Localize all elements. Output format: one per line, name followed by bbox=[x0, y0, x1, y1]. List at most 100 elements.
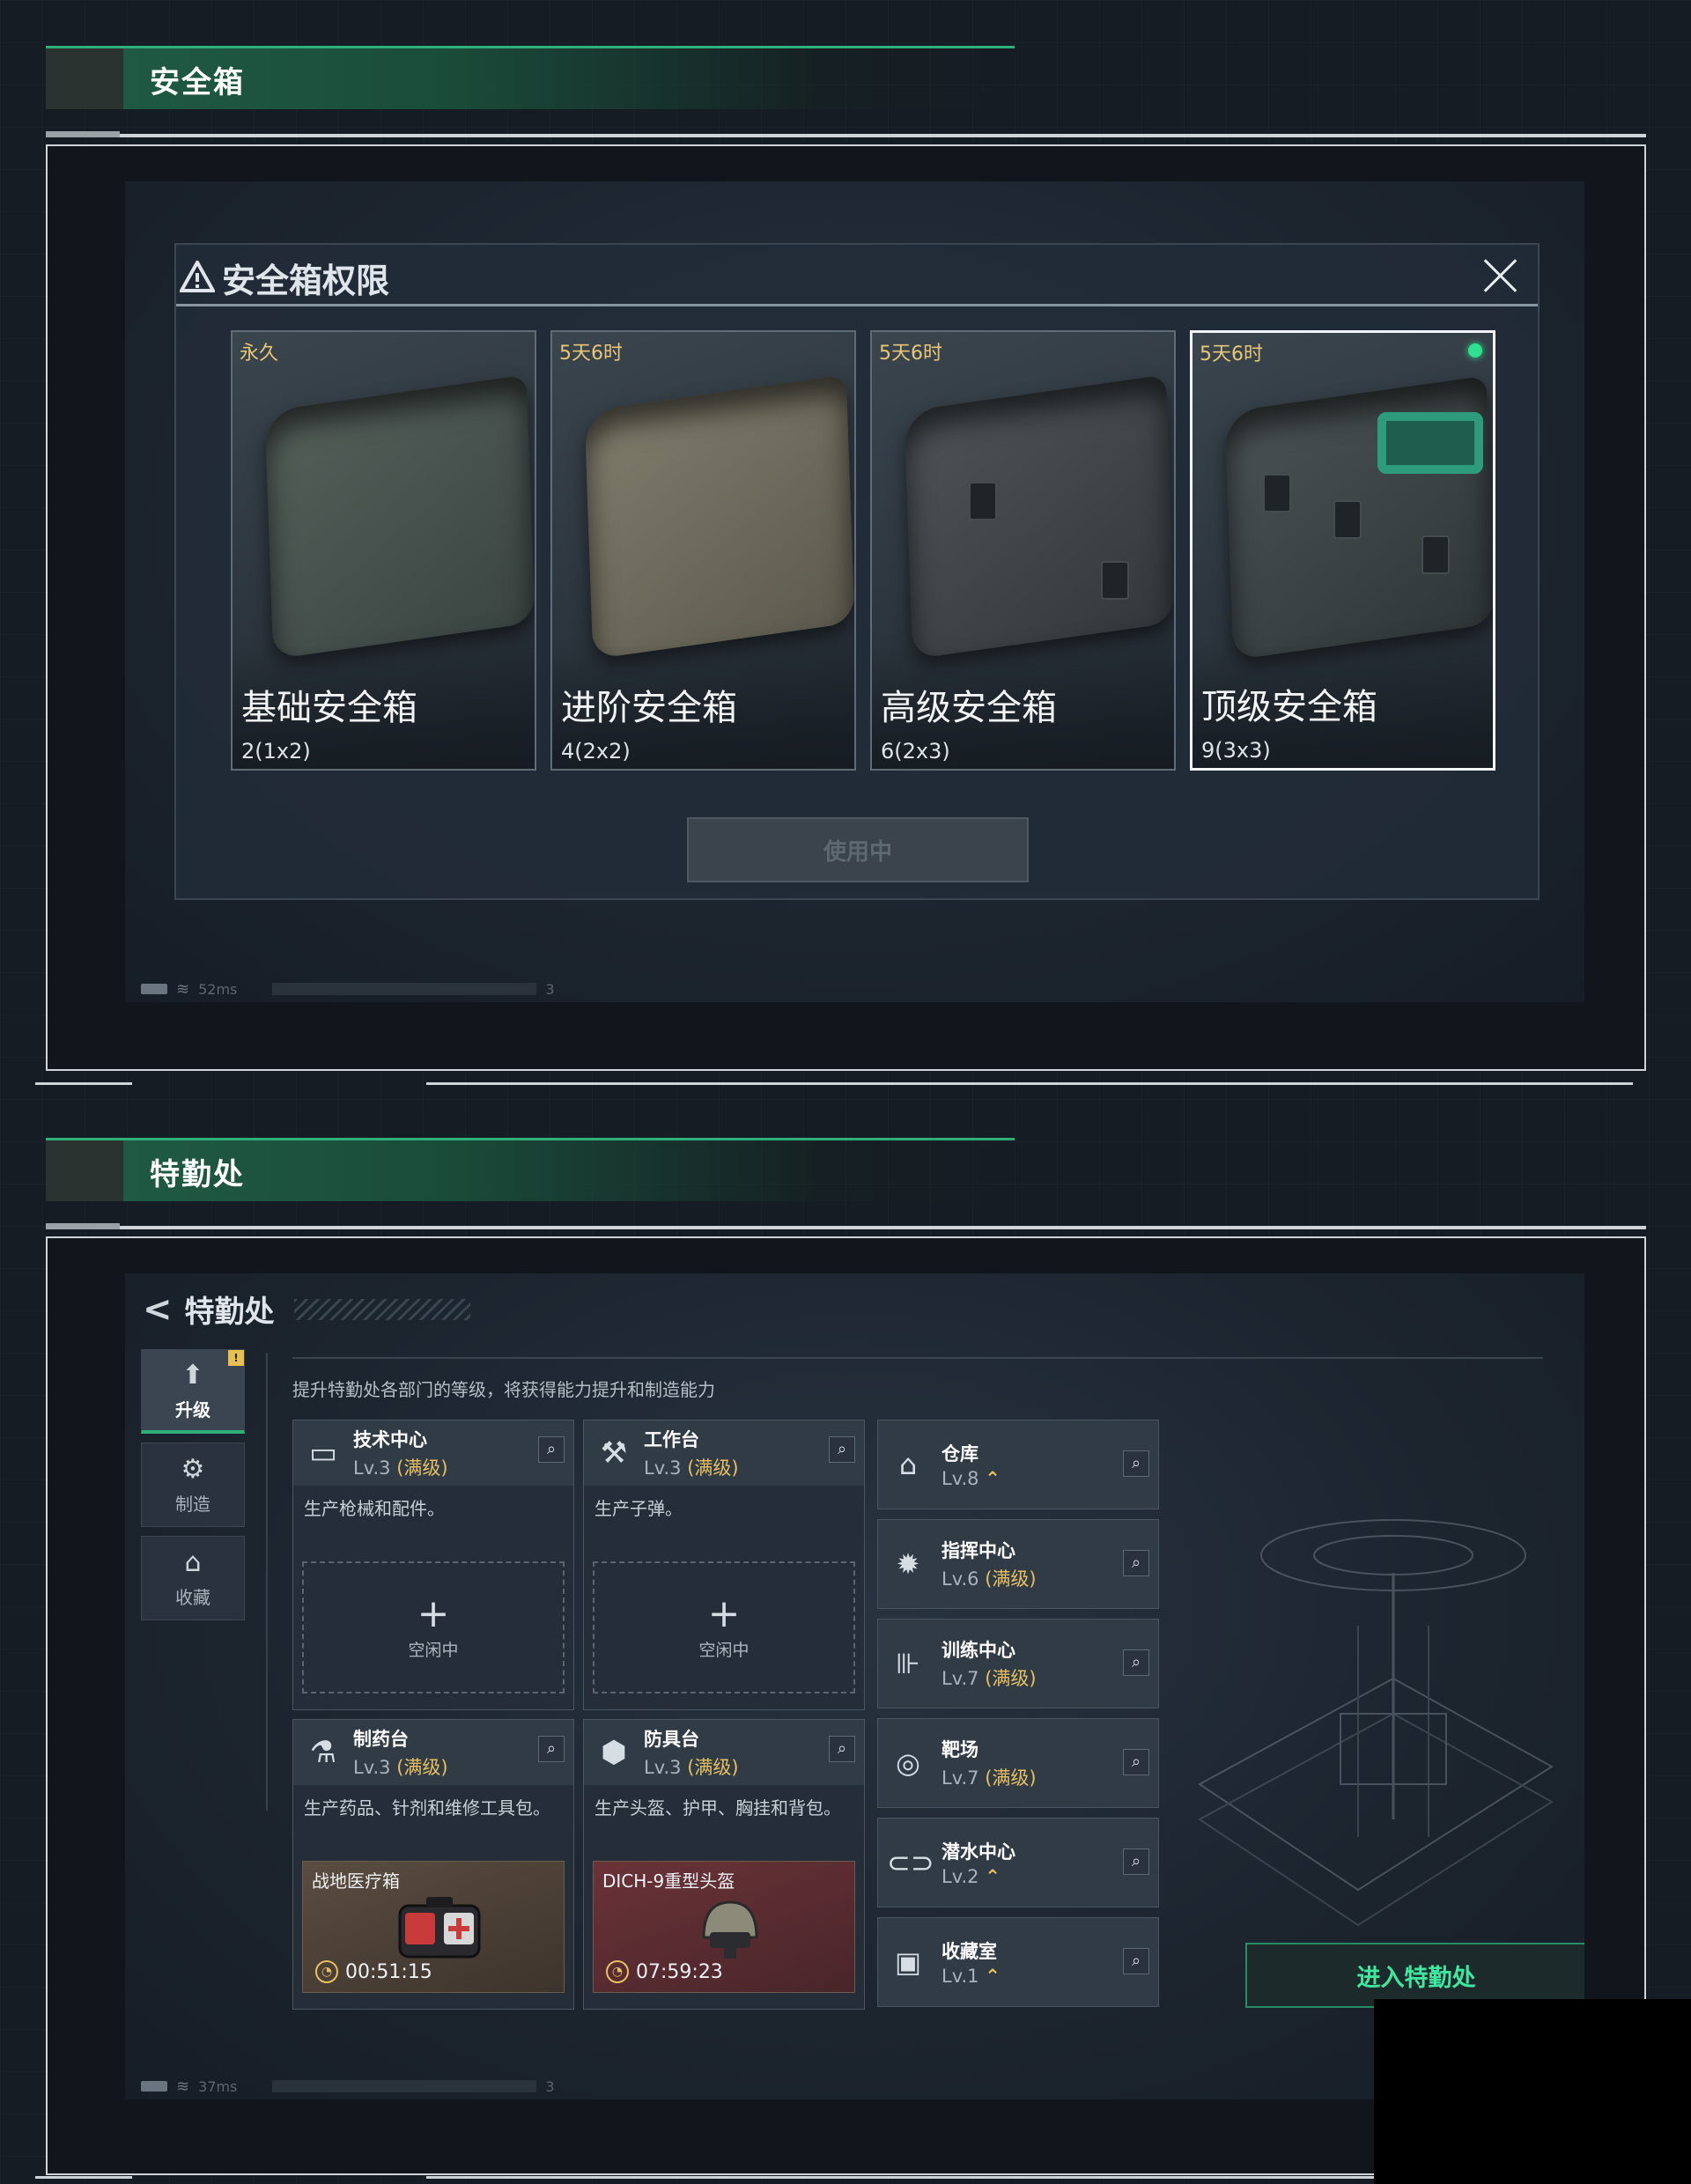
header-stub bbox=[46, 48, 123, 109]
search-icon[interactable]: ⌕ bbox=[1123, 1749, 1149, 1775]
production-slot[interactable]: DICH-9重型头盔 ◔ 07:59:23 bbox=[593, 1861, 855, 1993]
workshop-armor-bench[interactable]: ⬢ 防具台 Lv.3 (满级) ⌕ 生产头盔、护甲、胸挂和背包。 DICH-9重… bbox=[583, 1719, 865, 2010]
facility-level: Lv.6 (满级) bbox=[941, 1565, 1037, 1591]
workshop-name-block: 制药台 Lv.3 (满级) bbox=[353, 1725, 448, 1780]
facility-collection-room[interactable]: ▣ 收藏室 Lv.1 ⌃ ⌕ bbox=[877, 1917, 1159, 2007]
battery-icon bbox=[141, 2081, 167, 2092]
back-arrow-icon[interactable]: < bbox=[143, 1289, 173, 1330]
idle-text: 空闲中 bbox=[698, 1640, 750, 1660]
workshop-level: Lv.3 (满级) bbox=[353, 1454, 448, 1480]
workshop-name-block: 防具台 Lv.3 (满级) bbox=[644, 1725, 739, 1780]
status-bar: ≋ 52ms 3 bbox=[141, 978, 555, 1000]
status-bar: ≋ 37ms 3 bbox=[141, 2075, 555, 2098]
microscope-icon: ⚗ bbox=[309, 1735, 337, 1770]
enter-ops-button[interactable]: 进入特勤处 bbox=[1245, 1943, 1584, 2008]
ops-screen: < 特勤处 ! ⬆ 升级 ⚙ 制造 ⌂ 收藏 提升特勤处各部门的等级，将获得能力… bbox=[125, 1273, 1584, 2099]
max-level-tag: (满级) bbox=[396, 1757, 448, 1778]
ops-description: 提升特勤处各部门的等级，将获得能力提升和制造能力 bbox=[292, 1379, 715, 1400]
search-icon[interactable]: ⌕ bbox=[1123, 1550, 1149, 1576]
search-icon[interactable]: ⌕ bbox=[538, 1436, 565, 1463]
facility-level: Lv.8 ⌃ bbox=[941, 1468, 1001, 1489]
level-text: Lv.3 bbox=[353, 1757, 391, 1778]
divider bbox=[292, 1357, 1543, 1359]
facility-name: 靶场 bbox=[941, 1739, 978, 1760]
monitor-icon: ▭ bbox=[308, 1435, 338, 1471]
workshop-workbench[interactable]: ⚒ 工作台 Lv.3 (满级) ⌕ 生产子弹。 + 空闲中 bbox=[583, 1420, 865, 1710]
header-rule-accent bbox=[46, 131, 120, 137]
search-icon[interactable]: ⌕ bbox=[1123, 1848, 1149, 1875]
facility-shooting-range[interactable]: ◎ 靶场 Lv.7 (满级) ⌕ bbox=[877, 1718, 1159, 1808]
workshop-pharmacy[interactable]: ⚗ 制药台 Lv.3 (满级) ⌕ 生产药品、针剂和维修工具包。 战地医疗箱 ◔… bbox=[292, 1719, 574, 2010]
safebox-card-senior[interactable]: 5天6时 高级安全箱 6(2x3) bbox=[870, 330, 1176, 771]
section-header-ops: 特勤处 bbox=[46, 1138, 1646, 1235]
facility-diving-center[interactable]: ⊂⊃ 潜水中心 Lv.2 ⌃ ⌕ bbox=[877, 1818, 1159, 1907]
card-capacity: 9(3x3) bbox=[1201, 738, 1271, 763]
card-capacity: 4(2x2) bbox=[561, 739, 631, 764]
workshop-level: Lv.3 (满级) bbox=[353, 1753, 448, 1780]
collection-icon: ⌂ bbox=[184, 1547, 202, 1578]
search-icon[interactable]: ⌕ bbox=[1123, 1649, 1149, 1676]
search-icon[interactable]: ⌕ bbox=[829, 1436, 855, 1463]
upgrade-arrow-icon: ⌃ bbox=[985, 1966, 1001, 1987]
nav-upgrade[interactable]: ! ⬆ 升级 bbox=[141, 1349, 245, 1434]
target-gear-icon: ✹ bbox=[896, 1547, 920, 1581]
workshop-name: 防具台 bbox=[644, 1729, 699, 1750]
production-slot[interactable]: 战地医疗箱 ◔ 00:51:15 bbox=[302, 1861, 565, 1993]
search-icon[interactable]: ⌕ bbox=[1123, 1948, 1149, 1974]
facility-training-center[interactable]: ⊪ 训练中心 Lv.7 (满级) ⌕ bbox=[877, 1619, 1159, 1708]
dumbbell-icon: ⊪ bbox=[896, 1647, 920, 1680]
selected-indicator bbox=[1468, 343, 1482, 358]
header-rule bbox=[46, 1226, 1646, 1229]
safebox-permission-dialog: 安全箱权限 永久 基础安全箱 2(1x2) 5天6时 进阶安全箱 4(2x2) bbox=[174, 243, 1540, 900]
production-timer: ◔ 00:51:15 bbox=[315, 1960, 432, 1983]
search-icon[interactable]: ⌕ bbox=[538, 1736, 565, 1762]
divider bbox=[266, 1353, 268, 1811]
facility-name-block: 指挥中心 Lv.6 (满级) bbox=[941, 1537, 1037, 1591]
helmet-icon bbox=[702, 1900, 758, 1959]
workshop-desc: 生产枪械和配件。 bbox=[304, 1498, 445, 1519]
clock-icon: ◔ bbox=[606, 1960, 629, 1983]
max-level-tag: (满级) bbox=[985, 1568, 1037, 1590]
workshop-level: Lv.3 (满级) bbox=[644, 1753, 739, 1780]
search-icon[interactable]: ⌕ bbox=[1123, 1450, 1149, 1477]
safebox-card-advanced[interactable]: 5天6时 进阶安全箱 4(2x2) bbox=[550, 330, 856, 771]
max-level-tag: (满级) bbox=[985, 1668, 1037, 1689]
search-icon[interactable]: ⌕ bbox=[829, 1736, 855, 1762]
upgrade-arrow-icon: ⌃ bbox=[985, 1866, 1001, 1887]
facility-level: Lv.2 ⌃ bbox=[941, 1866, 1015, 1887]
facility-command-center[interactable]: ✹ 指挥中心 Lv.6 (满级) ⌕ bbox=[877, 1519, 1159, 1609]
workshop-name: 工作台 bbox=[644, 1429, 699, 1450]
safebox-card-basic[interactable]: 永久 基础安全箱 2(1x2) bbox=[231, 330, 536, 771]
facility-level: Lv.7 (满级) bbox=[941, 1764, 1037, 1790]
wifi-icon: ≋ bbox=[176, 2077, 190, 2096]
status-number: 3 bbox=[545, 980, 555, 998]
workshop-desc: 生产子弹。 bbox=[594, 1498, 683, 1519]
nav-collection[interactable]: ⌂ 收藏 bbox=[141, 1536, 245, 1620]
close-button[interactable] bbox=[1480, 254, 1522, 296]
workshop-name: 制药台 bbox=[353, 1729, 409, 1750]
max-level-tag: (满级) bbox=[687, 1457, 739, 1479]
nav-craft[interactable]: ⚙ 制造 bbox=[141, 1442, 245, 1527]
upgrade-icon: ⬆ bbox=[181, 1359, 204, 1391]
workshop-tech-center[interactable]: ▭ 技术中心 Lv.3 (满级) ⌕ 生产枪械和配件。 + 空闲中 bbox=[292, 1420, 574, 1710]
timer-text: 00:51:15 bbox=[345, 1960, 432, 1983]
latch bbox=[969, 482, 997, 520]
in-use-button[interactable]: 使用中 bbox=[687, 817, 1029, 882]
idle-slot[interactable]: + 空闲中 bbox=[593, 1561, 855, 1693]
case-accent bbox=[1377, 412, 1483, 474]
diving-mask-icon: ⊂⊃ bbox=[887, 1846, 934, 1879]
card-capacity: 6(2x3) bbox=[881, 739, 950, 764]
frame-bracket bbox=[35, 2176, 132, 2179]
facility-name-block: 训练中心 Lv.7 (满级) bbox=[941, 1636, 1037, 1691]
ops-title-bar: < 特勤处 bbox=[143, 1288, 470, 1331]
idle-slot[interactable]: + 空闲中 bbox=[302, 1561, 565, 1693]
level-text: Lv.1 bbox=[941, 1966, 979, 1987]
idle-text: 空闲中 bbox=[408, 1640, 459, 1660]
card-capacity: 2(1x2) bbox=[241, 739, 311, 764]
nav-label: 升级 bbox=[175, 1398, 210, 1420]
safebox-card-top[interactable]: 5天6时 顶级安全箱 9(3x3) bbox=[1190, 330, 1495, 771]
facility-warehouse[interactable]: ⌂ 仓库 Lv.8 ⌃ ⌕ bbox=[877, 1420, 1159, 1509]
facility-name-block: 潜水中心 Lv.2 ⌃ bbox=[941, 1838, 1015, 1887]
screenshot-frame-safebox: 安全箱权限 永久 基础安全箱 2(1x2) 5天6时 进阶安全箱 4(2x2) bbox=[35, 144, 1646, 1085]
level-text: Lv.3 bbox=[353, 1457, 391, 1479]
